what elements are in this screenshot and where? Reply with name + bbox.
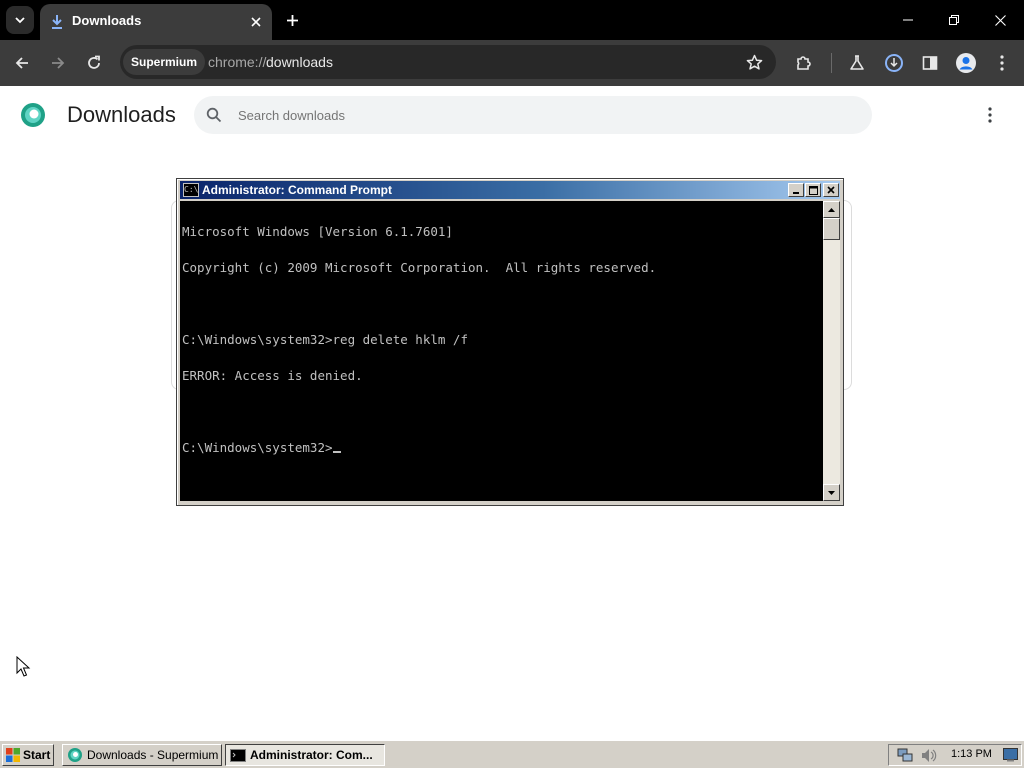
scroll-thumb[interactable] <box>823 218 840 240</box>
minimize-icon <box>793 192 799 194</box>
console-line: Copyright (c) 2009 Microsoft Corporation… <box>182 260 657 275</box>
arrow-down-icon <box>828 490 835 495</box>
address-bar[interactable]: Supermium chrome:// downloads <box>120 45 776 79</box>
download-icon <box>52 15 62 29</box>
start-label: Start <box>23 748 51 762</box>
toolbar-separator <box>831 53 832 73</box>
star-icon <box>746 54 762 70</box>
forward-button[interactable] <box>44 49 72 77</box>
cmd-title-bar[interactable]: C:\ Administrator: Command Prompt <box>180 181 840 199</box>
taskbar-item-supermium[interactable]: Downloads - Supermium <box>62 744 222 766</box>
console-line: Microsoft Windows [Version 6.1.7601] <box>182 224 453 239</box>
cmd-maximize-button[interactable] <box>805 183 821 197</box>
supermium-icon <box>68 748 82 762</box>
search-downloads-bar[interactable] <box>194 96 872 134</box>
command-prompt-window[interactable]: C:\ Administrator: Command Prompt Micros… <box>176 178 844 506</box>
search-icon <box>206 107 222 123</box>
minimize-icon <box>903 19 913 21</box>
cmd-window-title: Administrator: Command Prompt <box>202 183 393 197</box>
close-icon <box>994 14 1006 26</box>
console-icon <box>230 748 246 762</box>
taskbar-item-label: Administrator: Com... <box>250 748 373 762</box>
puzzle-icon <box>797 56 811 70</box>
labs-button[interactable] <box>843 49 871 77</box>
close-icon <box>827 186 835 194</box>
system-tray: 1:13 PM <box>888 744 1022 766</box>
console-prompt: C:\Windows\system32> <box>182 440 333 455</box>
side-panel-button[interactable] <box>916 49 944 77</box>
side-panel-icon <box>922 56 938 70</box>
windows-logo-icon <box>6 748 20 762</box>
start-button[interactable]: Start <box>2 744 54 766</box>
tab-downloads[interactable]: Downloads <box>40 4 272 40</box>
text-cursor <box>332 451 341 453</box>
arrow-up-icon <box>828 207 835 212</box>
browser-tab-strip: Downloads <box>0 0 1024 40</box>
reload-button[interactable] <box>80 49 108 77</box>
scroll-up-button[interactable] <box>823 201 840 218</box>
mouse-pointer-icon <box>16 656 31 677</box>
console-icon[interactable]: C:\ <box>183 183 199 197</box>
restore-icon <box>949 15 959 25</box>
console-line: ERROR: Access is denied. <box>182 368 363 383</box>
taskbar: Start Downloads - Supermium Administrato… <box>0 740 1024 768</box>
show-desktop-icon[interactable] <box>1003 748 1018 762</box>
download-status-button[interactable] <box>880 49 908 77</box>
downloads-menu-button[interactable] <box>978 103 1002 127</box>
url-scheme: chrome:// <box>208 54 267 70</box>
console-prompt-line: C:\Windows\system32> <box>182 440 656 455</box>
tab-search-button[interactable] <box>6 6 34 34</box>
profile-button[interactable] <box>952 49 980 77</box>
minimize-button[interactable] <box>886 6 930 34</box>
new-tab-button[interactable] <box>280 8 304 32</box>
maximize-icon <box>808 185 818 195</box>
plus-icon <box>286 14 298 26</box>
console-line: C:\Windows\system32>reg delete hklm /f <box>182 332 468 347</box>
download-progress-icon <box>885 54 903 72</box>
tab-title: Downloads <box>72 13 142 28</box>
cmd-close-button[interactable] <box>823 183 839 197</box>
close-window-button[interactable] <box>978 6 1022 34</box>
console-text: Microsoft Windows [Version 6.1.7601] Cop… <box>182 202 656 478</box>
scroll-down-button[interactable] <box>823 484 840 501</box>
taskbar-item-cmd[interactable]: Administrator: Com... <box>225 744 385 766</box>
arrow-right-icon <box>52 57 65 69</box>
more-vert-icon <box>1000 55 1004 71</box>
back-button[interactable] <box>8 49 36 77</box>
cmd-minimize-button[interactable] <box>788 183 804 197</box>
search-input[interactable] <box>238 96 858 134</box>
flask-icon <box>850 55 864 70</box>
restore-button[interactable] <box>932 6 976 34</box>
taskbar-item-label: Downloads - Supermium <box>87 748 219 762</box>
supermium-logo-icon <box>21 103 45 127</box>
browser-menu-button[interactable] <box>988 49 1016 77</box>
browser-toolbar: Supermium chrome:// downloads <box>0 40 1024 86</box>
url-path: downloads <box>266 54 333 70</box>
avatar-icon <box>956 53 976 73</box>
site-chip[interactable]: Supermium <box>123 49 206 75</box>
bookmark-button[interactable] <box>740 48 768 76</box>
console-output[interactable]: Microsoft Windows [Version 6.1.7601] Cop… <box>180 201 823 501</box>
arrow-left-icon <box>15 57 28 69</box>
chevron-down-icon <box>15 17 25 24</box>
page-title: Downloads <box>67 102 176 127</box>
volume-icon[interactable] <box>921 748 937 763</box>
clock[interactable]: 1:13 PM <box>951 748 992 760</box>
more-vert-icon <box>988 107 992 123</box>
tab-close-button[interactable] <box>246 12 266 32</box>
reload-icon <box>88 55 100 69</box>
network-icon[interactable] <box>897 748 913 763</box>
extensions-button[interactable] <box>790 49 818 77</box>
console-scrollbar[interactable] <box>823 201 840 501</box>
close-icon <box>251 17 261 27</box>
